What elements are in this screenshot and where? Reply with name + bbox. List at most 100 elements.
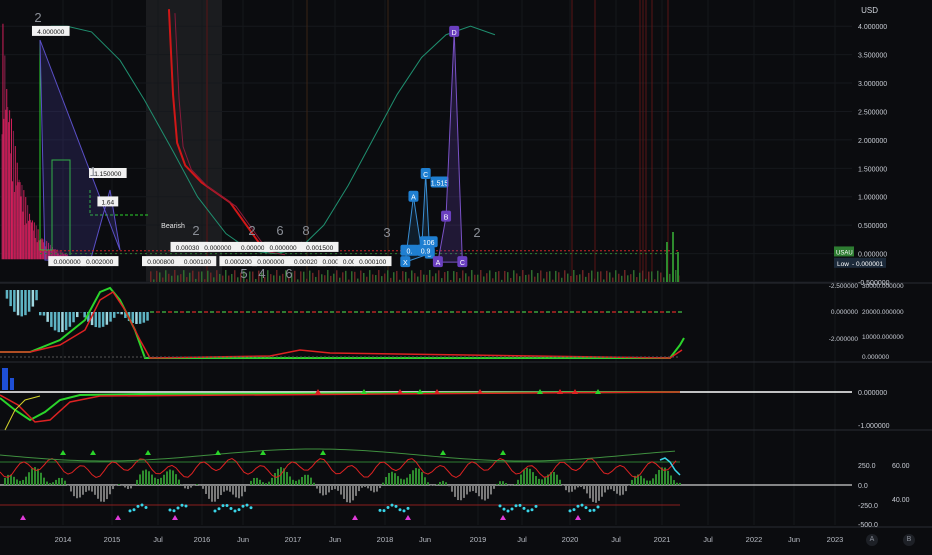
volume-bar [453,271,455,282]
panel3-hist-bar [43,478,45,485]
panel1-tick-left: 0.000000 [831,309,858,316]
panel3-hist-bar [55,480,57,485]
panel3-hist-bar [343,485,345,499]
volume-bar [495,272,497,282]
panel3-hist-bar [211,485,213,502]
panel3-hist-bar [91,485,93,492]
panel1-hist-bar [65,312,68,330]
panel3-hist-bar [238,485,240,498]
volume-bar [486,273,488,282]
panel3-cyan-dot [531,508,534,511]
volume-bar [210,273,212,282]
panel3-hist-bar [334,485,336,489]
x-axis-label: Jul [517,535,527,544]
panel3-hist-bar [64,481,66,485]
panel3-hist-bar [187,485,189,489]
volume-bar [303,272,305,282]
volume-bar [177,275,179,282]
volume-bar [582,270,584,282]
panel3-hist-bar [151,475,153,485]
chart-root[interactable]: XABCD0.1.5150.9106DBAC4.0000001.1500001.… [0,0,932,550]
volume-bar [351,271,353,282]
panel3-hist-bar [589,485,591,498]
panel3-hist-bar [145,470,147,485]
x-axis-label: 2022 [746,535,763,544]
panel3-hist-bar [400,479,402,485]
panel3-hist-bar [217,485,219,499]
panel3-hist-bar [532,472,534,485]
annotation-text: 4.000000 [37,29,64,36]
panel3-hist-bar [385,477,387,485]
x-axis-label: Jun [419,535,431,544]
chart-svg[interactable]: XABCD0.1.5150.9106DBAC4.0000001.1500001.… [0,0,932,550]
volume-bar [405,272,407,282]
panel3-cyan-dot [145,506,148,509]
panel1-hist-bar [120,312,123,314]
panel3-cyan-dot [246,504,249,507]
panel3-cyan-dot [503,508,506,511]
panel1-signal-dot [474,311,478,313]
panel1-signal-dot [486,311,490,313]
x-axis-label: Jun [237,535,249,544]
volume-bar [165,270,167,282]
x-axis-label: 2014 [55,535,72,544]
panel3-hist-bar [673,480,675,485]
x-axis-label: 2019 [470,535,487,544]
panel1-signal-dot [624,311,628,313]
pattern-point-label: X [403,260,408,267]
volume-bar [159,272,161,282]
zoom-button-b[interactable]: B [903,534,915,546]
ratio-label: 106 [423,240,435,247]
volume-bar [168,274,170,282]
symbol-tag: USAU [836,250,853,256]
volume-bar [621,276,623,282]
panel1-signal-dot [552,311,556,313]
zoom-button-a[interactable]: A [866,534,878,546]
panel3-cyan-dot [395,505,398,508]
panel1-tick-right: 30000.000000 [862,283,904,290]
panel1-signal-dot [558,311,562,313]
panel3-hist-bar [220,485,222,495]
panel3-hist-bar [424,477,426,485]
volume-bar [315,277,317,282]
volume-bar [150,271,152,282]
panel3-cyan-dot [391,504,394,507]
panel1-signal-dot [222,311,226,313]
panel1-tick-right: 0.000000 [862,354,889,361]
volume-bar [573,270,575,282]
panel3-hist-bar [571,485,573,492]
x-axis-label: 2023 [827,535,844,544]
panel3-hist-bar [640,476,642,485]
panel3-hist-bar [166,471,168,485]
panel3-hist-bar [553,472,555,485]
volume-bar [447,271,449,282]
volume-bar [309,271,311,282]
panel1-signal-dot [396,311,400,313]
panel3-hist-bar [412,470,414,485]
panel3-hist-bar [565,485,567,490]
volume-bar [549,271,551,282]
panel3-cyan-dot [387,506,390,509]
panel3-cyan-dot [515,504,518,507]
volume-bar [654,279,656,282]
panel3-hist-bar [538,479,540,485]
volume-bar [507,272,509,282]
volume-bar [306,279,308,282]
panel3-hist-bar [451,485,453,492]
panel1-signal-dot [228,311,232,313]
panel3-hist-bar [652,478,654,485]
volume-bar [408,278,410,282]
panel1-signal-dot [270,311,274,313]
panel1-signal-dot [150,311,154,313]
volume-bar [501,280,503,282]
panel1-tick-right: 10000.000000 [862,334,904,341]
panel1-hist-bar [102,312,105,327]
panel3-hist-bar [388,473,390,485]
volume-bar [213,277,215,282]
panel3-cyan-dot [222,504,225,507]
volume-bar [186,277,188,282]
panel3-hist-bar [376,485,378,492]
panel1-signal-dot [192,311,196,313]
panel3-tick-right: 60.00 [892,463,910,470]
panel3-hist-bar [445,482,447,485]
